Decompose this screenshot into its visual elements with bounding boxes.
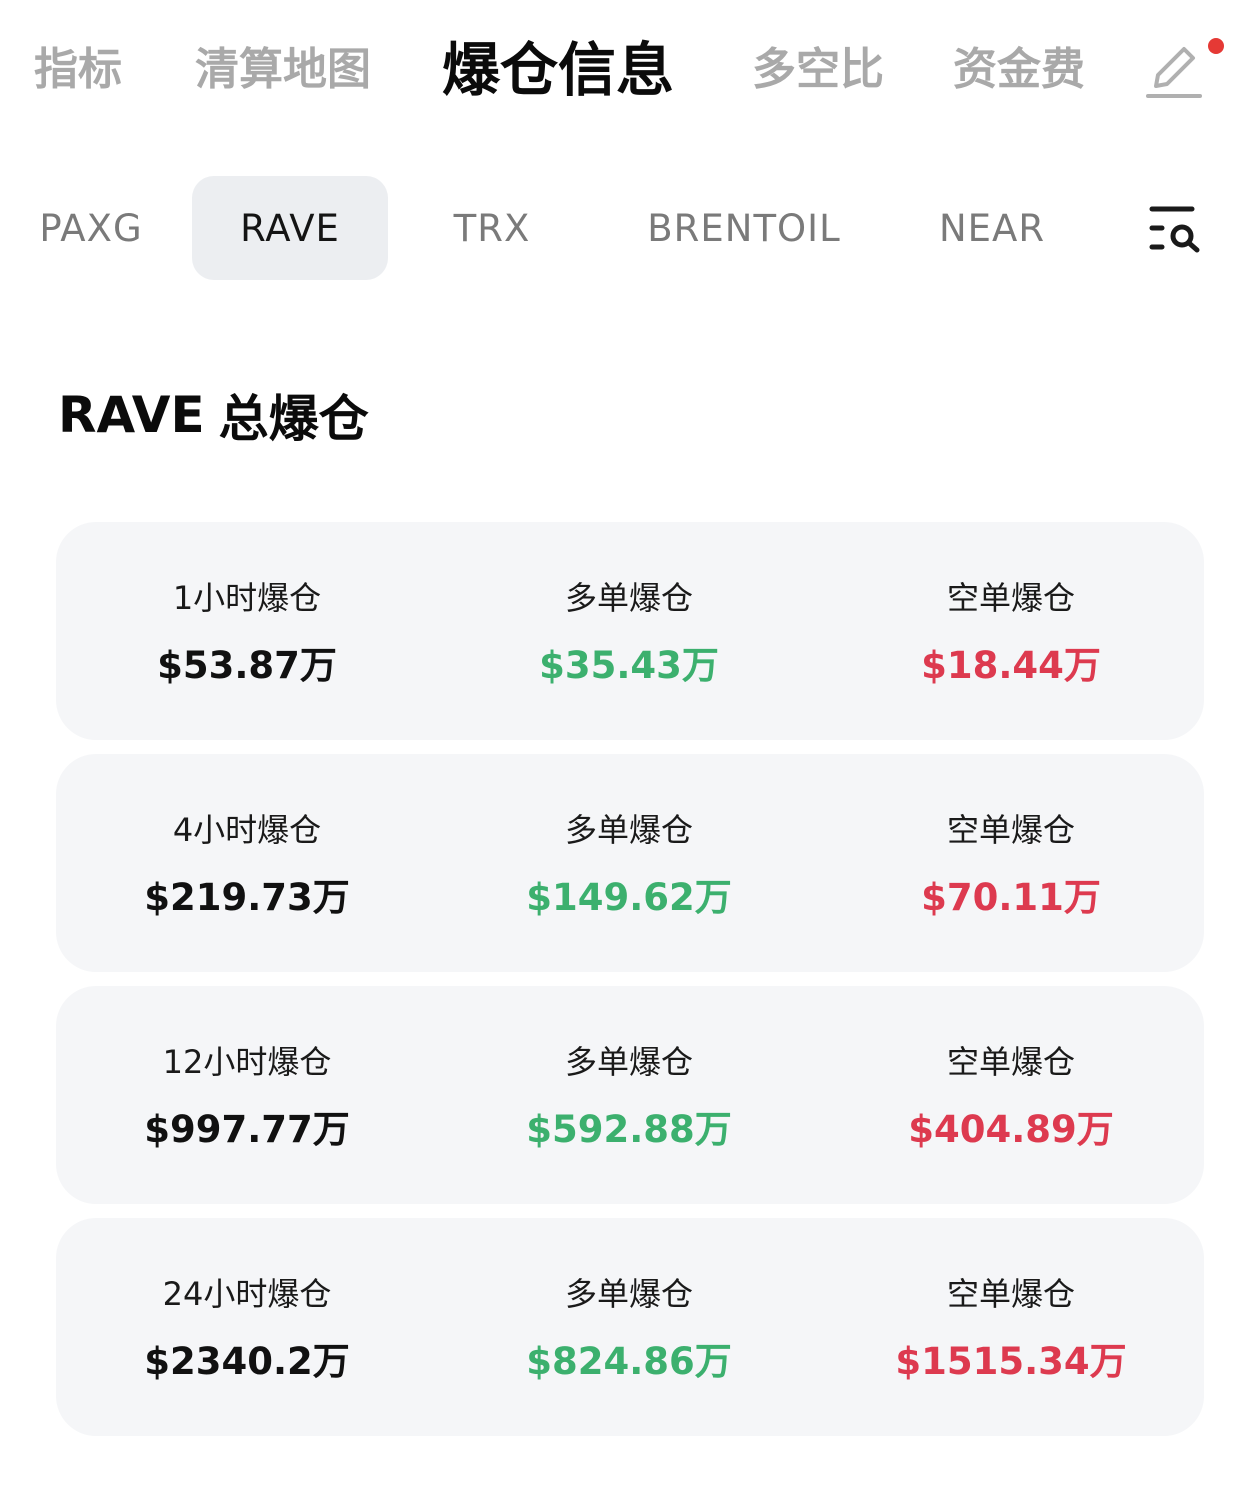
- symbol-tab-rave[interactable]: RAVE: [192, 176, 388, 280]
- section-title-text: 总爆仓: [218, 390, 369, 448]
- long-cell: 多单爆仓 $592.88万: [464, 986, 794, 1204]
- section-symbol: RAVE: [58, 386, 205, 444]
- symbol-tab-trx[interactable]: TRX: [430, 176, 554, 280]
- long-value: $149.62万: [526, 876, 732, 919]
- liquidation-card-24h: 24小时爆仓 $2340.2万 多单爆仓 $824.86万 空单爆仓 $1515…: [56, 1218, 1204, 1436]
- top-tab-bar: 指标 清算地图 爆仓信息 多空比 资金费: [0, 0, 1260, 140]
- short-cell: 空单爆仓 $404.89万: [846, 986, 1176, 1204]
- symbol-tab-paxg[interactable]: PAXG: [20, 176, 162, 280]
- symbol-search-button[interactable]: [1146, 204, 1204, 254]
- total-label: 24小时爆仓: [162, 1275, 332, 1313]
- short-value: $70.11万: [921, 876, 1101, 919]
- total-value: $2340.2万: [144, 1340, 350, 1383]
- long-cell: 多单爆仓 $149.62万: [464, 754, 794, 972]
- symbol-tab-brentoil[interactable]: BRENTOIL: [628, 176, 860, 280]
- total-label: 1小时爆仓: [172, 579, 322, 617]
- short-cell: 空单爆仓 $1515.34万: [846, 1218, 1176, 1436]
- short-value: $1515.34万: [895, 1340, 1127, 1383]
- section-title: RAVE 总爆仓: [58, 380, 369, 450]
- total-label: 4小时爆仓: [172, 811, 322, 849]
- pencil-edit-icon: [1146, 47, 1202, 98]
- short-label: 空单爆仓: [946, 811, 1075, 849]
- total-label: 12小时爆仓: [162, 1043, 332, 1081]
- short-value: $404.89万: [908, 1108, 1114, 1151]
- total-value: $997.77万: [144, 1108, 350, 1151]
- total-cell: 4小时爆仓 $219.73万: [82, 754, 412, 972]
- liquidation-card-1h: 1小时爆仓 $53.87万 多单爆仓 $35.43万 空单爆仓 $18.44万: [56, 522, 1204, 740]
- tab-long-short-ratio[interactable]: 多空比: [752, 40, 884, 100]
- tab-liquidation-info[interactable]: 爆仓信息: [442, 36, 674, 104]
- liquidation-card-4h: 4小时爆仓 $219.73万 多单爆仓 $149.62万 空单爆仓 $70.11…: [56, 754, 1204, 972]
- long-label: 多单爆仓: [564, 1275, 693, 1313]
- tab-liquidation-map[interactable]: 清算地图: [195, 40, 371, 100]
- symbol-tab-near[interactable]: NEAR: [920, 176, 1064, 280]
- liquidation-page: 指标 清算地图 爆仓信息 多空比 资金费 PAXG RAVE TRX BRENT…: [0, 0, 1260, 1488]
- short-label: 空单爆仓: [946, 1043, 1075, 1081]
- list-search-icon: [1149, 206, 1200, 253]
- total-value: $219.73万: [144, 876, 350, 919]
- long-label: 多单爆仓: [564, 811, 693, 849]
- short-label: 空单爆仓: [946, 1275, 1075, 1313]
- tab-indicators[interactable]: 指标: [34, 40, 122, 100]
- long-label: 多单爆仓: [564, 579, 693, 617]
- long-cell: 多单爆仓 $824.86万: [464, 1218, 794, 1436]
- short-cell: 空单爆仓 $70.11万: [846, 754, 1176, 972]
- total-cell: 24小时爆仓 $2340.2万: [82, 1218, 412, 1436]
- long-label: 多单爆仓: [564, 1043, 693, 1081]
- notification-dot: [1208, 38, 1224, 54]
- total-value: $53.87万: [157, 644, 337, 687]
- tab-funding-rate[interactable]: 资金费: [953, 40, 1085, 100]
- long-cell: 多单爆仓 $35.43万: [464, 522, 794, 740]
- short-label: 空单爆仓: [946, 579, 1075, 617]
- long-value: $592.88万: [526, 1108, 732, 1151]
- short-value: $18.44万: [921, 644, 1101, 687]
- total-cell: 12小时爆仓 $997.77万: [82, 986, 412, 1204]
- long-value: $824.86万: [526, 1340, 732, 1383]
- liquidation-card-12h: 12小时爆仓 $997.77万 多单爆仓 $592.88万 空单爆仓 $404.…: [56, 986, 1204, 1204]
- short-cell: 空单爆仓 $18.44万: [846, 522, 1176, 740]
- total-cell: 1小时爆仓 $53.87万: [82, 522, 412, 740]
- long-value: $35.43万: [539, 644, 719, 687]
